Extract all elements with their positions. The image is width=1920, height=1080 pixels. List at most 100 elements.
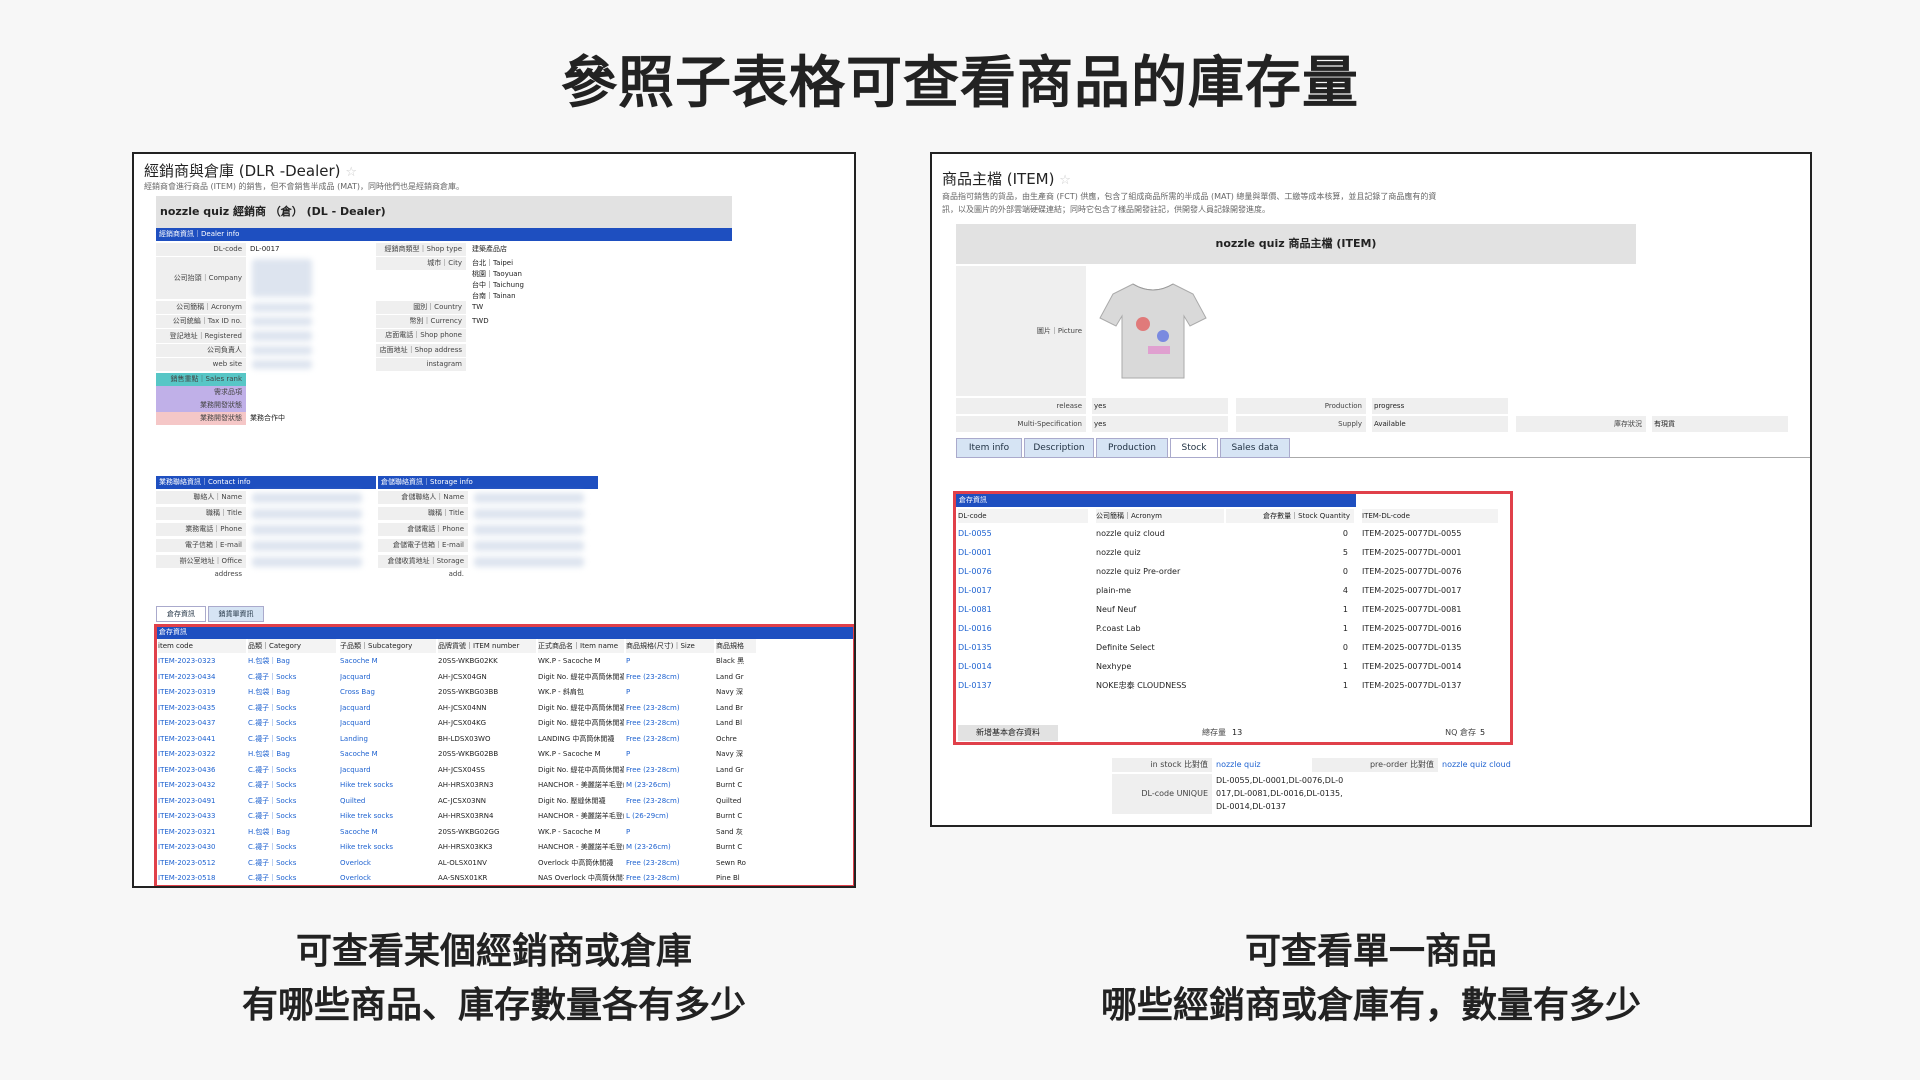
- blurred-value: [474, 493, 584, 503]
- item-description: 商品指可銷售的貨品，由生產商 (FCT) 供應，包含了組成商品所需的半成品 (M…: [942, 192, 1437, 214]
- tab-production[interactable]: Production: [1096, 438, 1168, 458]
- contact-label: 辦公室地址｜Office address: [156, 555, 246, 578]
- blurred-value: [252, 557, 362, 567]
- contact-label: 聯絡人｜Name: [156, 491, 246, 504]
- unique-value: DL-0055,DL-0001,DL-0076,DL-0017,DL-0081,…: [1216, 776, 1344, 811]
- field-label: 登記地址｜Registered Address: [156, 329, 246, 354]
- star-icon[interactable]: ☆: [345, 165, 357, 180]
- field-value: 建築產品店: [472, 245, 507, 253]
- storage-fields: 倉儲聯絡人｜Name 職稱｜Title 倉儲電話｜Phone 倉儲電子信箱｜E-mai…: [378, 489, 598, 584]
- picture-label: 圖片｜Picture: [956, 266, 1086, 396]
- main-title: 參照子表格可查看商品的庫存量: [561, 51, 1359, 116]
- item-footer: in stock 比對值 nozzle quiz pre-order 比對值 nozz…: [1112, 758, 1642, 818]
- blurred-value: [474, 541, 584, 551]
- field-label: 公司簡稱｜Acronym: [156, 301, 246, 314]
- item-field-value: progress: [1372, 398, 1508, 414]
- blurred-value: [252, 541, 362, 551]
- contact-fields: 聯絡人｜Name 職稱｜Title 業務電話｜Phone 電子信箱｜E-mail 辦公室…: [156, 489, 376, 584]
- blurred-value: [252, 493, 362, 503]
- field-label: 經銷商類型｜Shop type: [376, 243, 466, 256]
- item-field-label: Multi-Specification: [956, 416, 1086, 432]
- blurred-value: [252, 525, 362, 535]
- tab-description[interactable]: Description: [1024, 438, 1094, 458]
- item-field-value: yes: [1092, 398, 1228, 414]
- dealer-sheet: nozzle quiz 經銷商 （倉） (DL - Dealer) 經銷商資訊｜…: [156, 196, 732, 456]
- tab-stock-info[interactable]: 倉存資訊: [156, 606, 206, 622]
- product-image[interactable]: [1088, 266, 1218, 396]
- storage-block: 倉儲聯絡資訊｜Storage info 倉儲聯絡人｜Name 職稱｜Title 倉儲…: [378, 476, 598, 586]
- field-label: 城市｜City: [376, 257, 466, 270]
- star-icon[interactable]: ☆: [1059, 173, 1071, 188]
- item-tabs: Item info Description Production Stock Sales…: [956, 438, 1810, 458]
- dealer-sheet-title: nozzle quiz 經銷商 （倉） (DL - Dealer): [156, 196, 732, 228]
- item-sheet-title: nozzle quiz 商品主檔 (ITEM): [956, 224, 1636, 264]
- field-label: 公司抬頭｜Company: [156, 257, 246, 299]
- rank-label: 業務開發狀態: [156, 399, 246, 412]
- blurred-value: [474, 557, 584, 567]
- rank-label: 業務開發狀態: [156, 412, 246, 425]
- highlight-box: [953, 491, 1513, 745]
- contact-block: 業務聯絡資訊｜Contact info 聯絡人｜Name 職稱｜Title 業務電話…: [156, 476, 376, 586]
- blurred-value: [252, 317, 312, 326]
- field-label: web site: [156, 358, 246, 371]
- field-label: 公司負責人: [156, 344, 246, 357]
- tab-sales-info[interactable]: 銷貨單資訊: [208, 606, 264, 622]
- item-field-label: 庫存狀況: [1516, 416, 1646, 432]
- dealer-info-section: 經銷商資訊｜Dealer info: [156, 228, 732, 241]
- contact-label: 電子信箱｜E-mail: [156, 539, 246, 552]
- storage-section: 倉儲聯絡資訊｜Storage info: [378, 476, 598, 489]
- tab-stock[interactable]: Stock: [1170, 438, 1218, 458]
- unique-label: DL-code UNIQUE: [1112, 774, 1212, 814]
- item-page-title: 商品主檔 (ITEM) ☆: [942, 170, 1071, 188]
- item-field-label: Supply: [1236, 416, 1366, 432]
- dealer-description: 經銷商會進行商品 (ITEM) 的銷售，但不會銷售半成品 (MAT)，同時他們也…: [144, 182, 464, 191]
- field-label: 店面電話｜Shop phone no.: [376, 329, 466, 352]
- storage-label: 倉儲聯絡人｜Name: [378, 491, 468, 504]
- rank-value: 業務合作中: [250, 414, 285, 422]
- item-field-value: 有現貨: [1652, 416, 1788, 432]
- blurred-value: [252, 331, 312, 341]
- storage-label: 職稱｜Title: [378, 507, 468, 520]
- right-caption: 可查看單一商品 哪些經銷商或倉庫有，數量有多少: [1100, 931, 1641, 1026]
- field-value: DL-0017: [250, 245, 280, 253]
- field-label: 店面地址｜Shop address: [376, 344, 466, 357]
- preorder-label: pre-order 比對值: [1312, 758, 1438, 772]
- field-label: instagram: [376, 358, 466, 371]
- left-caption: 可查看某個經銷商或倉庫 有哪些商品、庫存數量各有多少: [241, 931, 746, 1026]
- tab-sales-data[interactable]: Sales data: [1220, 438, 1290, 458]
- blurred-value: [252, 509, 362, 519]
- item-panel: 商品主檔 (ITEM) ☆ 商品指可銷售的貨品，由生產商 (FCT) 供應，包含…: [930, 152, 1812, 827]
- item-field-label: release: [956, 398, 1086, 414]
- preorder-value[interactable]: nozzle quiz cloud: [1442, 758, 1511, 772]
- rank-label: 銷售重點｜Sales rank: [156, 373, 246, 386]
- blurred-value: [474, 525, 584, 535]
- field-value: TWD: [472, 317, 489, 325]
- contact-label: 職稱｜Title: [156, 507, 246, 520]
- blurred-value: [252, 346, 312, 355]
- storage-label: 倉儲電話｜Phone: [378, 523, 468, 536]
- highlight-box: [154, 624, 854, 886]
- rank-label: 需求品項: [156, 386, 246, 399]
- storage-label: 倉儲收貨地址｜Storage add.: [378, 555, 468, 578]
- contact-label: 業務電話｜Phone: [156, 523, 246, 536]
- blurred-value: [474, 509, 584, 519]
- tab-item-info[interactable]: Item info: [956, 438, 1022, 458]
- field-label: 國別｜Country: [376, 301, 466, 314]
- item-field-label: Production: [1236, 398, 1366, 414]
- blurred-value: [252, 303, 312, 312]
- blurred-value: [252, 259, 312, 297]
- dealer-panel: 經銷商與倉庫 (DLR -Dealer) ☆ 經銷商會進行商品 (ITEM) 的…: [132, 152, 856, 888]
- field-value: TW: [472, 303, 484, 311]
- dealer-fields: DL-code DL-0017 公司抬頭｜Company 公司簡稱｜Acronym 公司…: [156, 241, 732, 451]
- blurred-value: [252, 360, 312, 369]
- tshirt-icon: [1099, 283, 1207, 379]
- field-label: DL-code: [156, 243, 246, 256]
- storage-label: 倉儲電子信箱｜E-mail: [378, 539, 468, 552]
- instock-value[interactable]: nozzle quiz: [1216, 758, 1261, 772]
- dealer-page-title: 經銷商與倉庫 (DLR -Dealer) ☆: [144, 162, 357, 180]
- instock-label: in stock 比對值: [1112, 758, 1212, 772]
- field-label: 公司統編｜Tax ID no.: [156, 315, 246, 328]
- item-fields: release yes Production progress Multi-Specif…: [956, 398, 1788, 432]
- item-field-value: Available: [1372, 416, 1508, 432]
- item-field-value: yes: [1092, 416, 1228, 432]
